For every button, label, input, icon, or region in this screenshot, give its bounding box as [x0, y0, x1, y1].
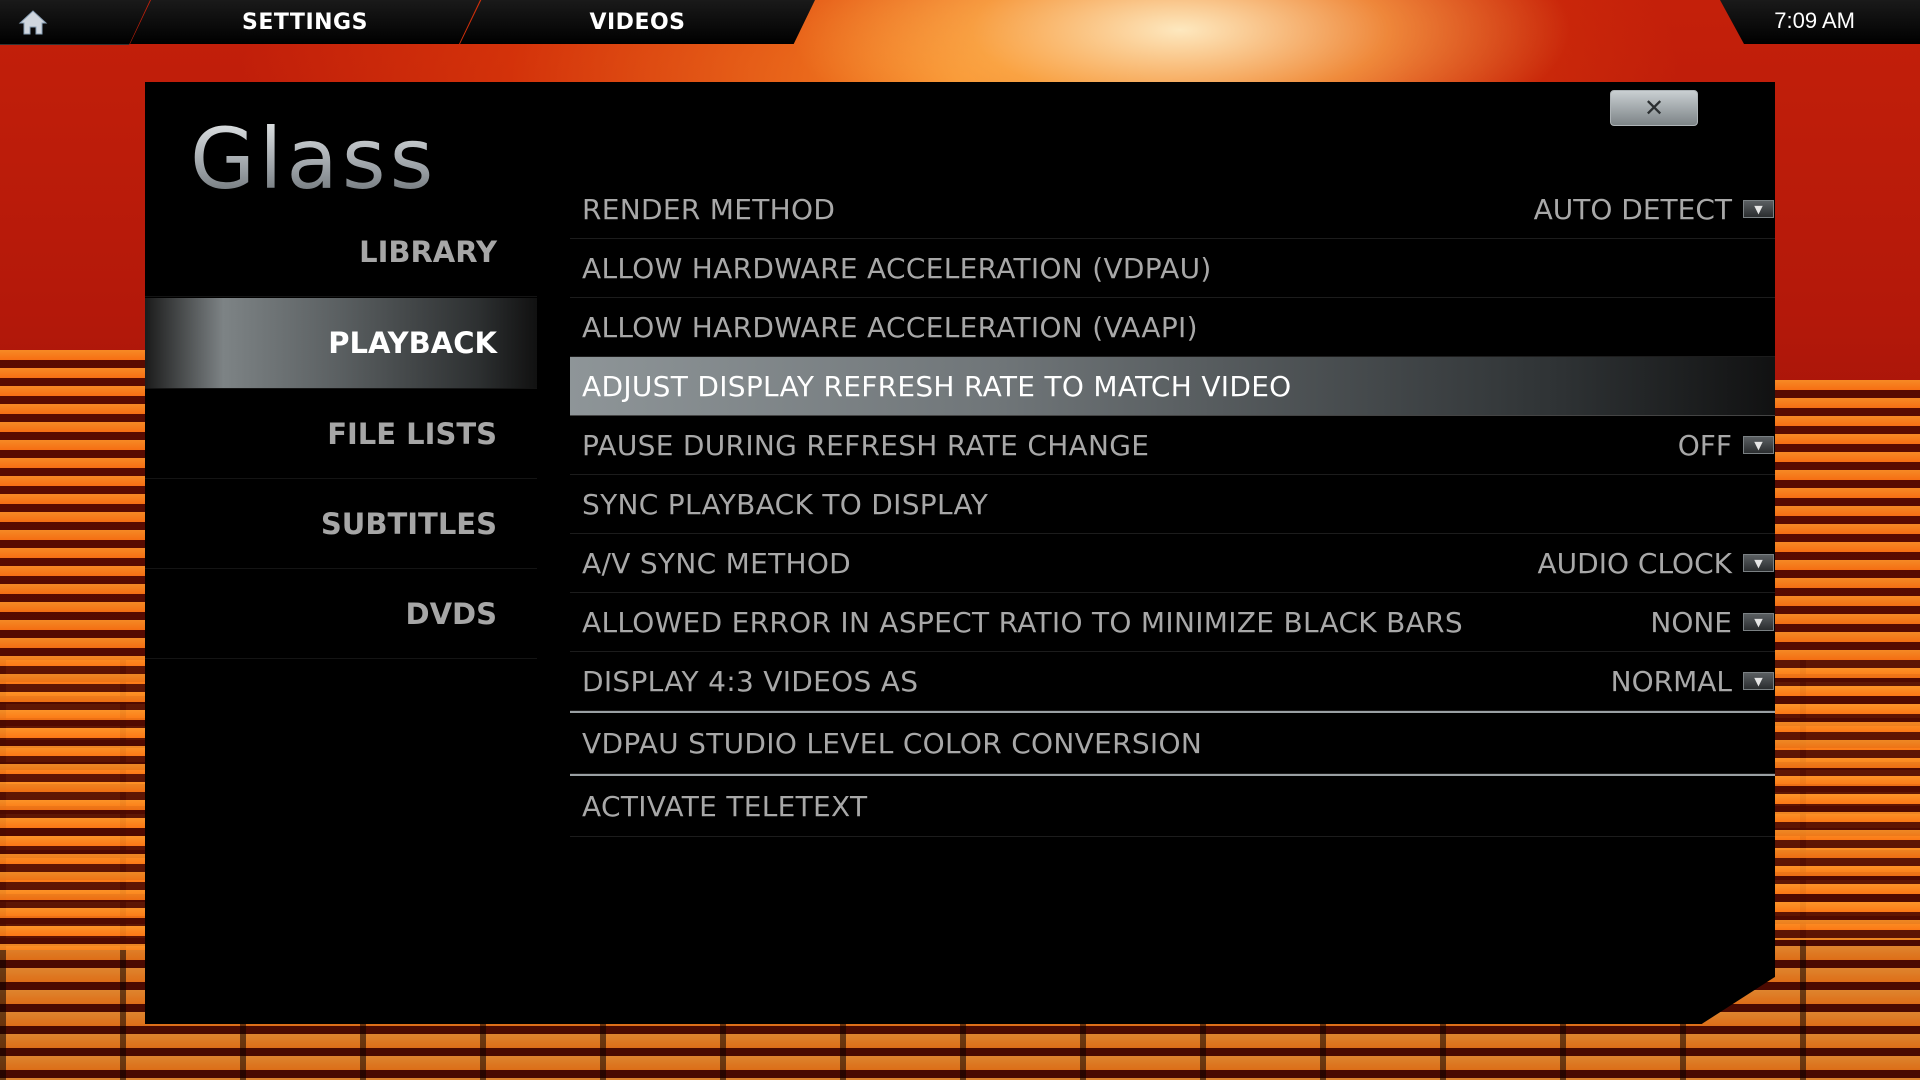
- sidebar-item-subtitles[interactable]: SUBTITLES: [145, 480, 537, 569]
- close-icon: ✕: [1643, 94, 1665, 122]
- setting-label: RENDER METHOD: [582, 192, 836, 226]
- top-bar: SETTINGS VIDEOS 7:09 AM: [0, 0, 1920, 45]
- setting-value: AUTO DETECT: [1533, 192, 1732, 226]
- settings-list: RENDER METHOD AUTO DETECT ▼ ▲ ALLOW HARD…: [570, 180, 1775, 837]
- setting-display-43-as[interactable]: DISPLAY 4:3 VIDEOS AS NORMAL ▼ ▲: [570, 652, 1775, 711]
- setting-pause-refresh-change[interactable]: PAUSE DURING REFRESH RATE CHANGE OFF ▼ ▲: [570, 416, 1775, 475]
- setting-label: DISPLAY 4:3 VIDEOS AS: [582, 664, 919, 698]
- setting-aspect-ratio-error[interactable]: ALLOWED ERROR IN ASPECT RATIO TO MINIMIZ…: [570, 593, 1775, 652]
- breadcrumb-videos-label: VIDEOS: [589, 9, 686, 35]
- breadcrumb-settings-label: SETTINGS: [242, 9, 368, 35]
- spinner-down-icon[interactable]: ▼: [1743, 436, 1774, 454]
- sidebar-item-label: PLAYBACK: [328, 326, 497, 360]
- setting-adjust-refresh-rate[interactable]: ADJUST DISPLAY REFRESH RATE TO MATCH VID…: [570, 357, 1775, 416]
- setting-label: ADJUST DISPLAY REFRESH RATE TO MATCH VID…: [582, 369, 1292, 403]
- setting-sync-playback[interactable]: SYNC PLAYBACK TO DISPLAY: [570, 475, 1775, 534]
- sidebar-item-file-lists[interactable]: FILE LISTS: [145, 390, 537, 479]
- setting-label: SYNC PLAYBACK TO DISPLAY: [582, 487, 989, 521]
- sidebar-item-playback[interactable]: PLAYBACK: [145, 298, 537, 389]
- setting-value: OFF: [1677, 428, 1732, 462]
- spinner-down-icon[interactable]: ▼: [1743, 200, 1774, 218]
- sidebar-item-label: FILE LISTS: [327, 417, 497, 451]
- setting-activate-teletext[interactable]: ACTIVATE TELETEXT: [570, 774, 1775, 837]
- setting-label: A/V SYNC METHOD: [582, 546, 852, 580]
- home-button[interactable]: [0, 0, 150, 45]
- spinner-down-icon[interactable]: ▼: [1743, 672, 1774, 690]
- sidebar: LIBRARY PLAYBACK FILE LISTS SUBTITLES DV…: [145, 208, 537, 660]
- background-left-tower: [0, 350, 150, 950]
- background-right-tower: [1770, 380, 1920, 940]
- setting-label: VDPAU STUDIO LEVEL COLOR CONVERSION: [582, 726, 1203, 760]
- setting-av-sync-method[interactable]: A/V SYNC METHOD AUDIO CLOCK ▼ ▲: [570, 534, 1775, 593]
- sidebar-item-label: SUBTITLES: [320, 507, 497, 541]
- setting-value: NONE: [1650, 605, 1732, 639]
- setting-hw-accel-vaapi[interactable]: ALLOW HARDWARE ACCELERATION (VAAPI): [570, 298, 1775, 357]
- setting-render-method[interactable]: RENDER METHOD AUTO DETECT ▼ ▲: [570, 180, 1775, 239]
- home-icon: [18, 10, 48, 35]
- sidebar-item-label: LIBRARY: [359, 235, 497, 269]
- close-button[interactable]: ✕: [1610, 90, 1698, 126]
- sidebar-item-dvds[interactable]: DVDS: [145, 570, 537, 659]
- setting-vdpau-studio-level[interactable]: VDPAU STUDIO LEVEL COLOR CONVERSION: [570, 711, 1775, 774]
- clock: 7:09 AM: [1774, 8, 1855, 33]
- setting-hw-accel-vdpau[interactable]: ALLOW HARDWARE ACCELERATION (VDPAU): [570, 239, 1775, 298]
- sidebar-item-label: DVDS: [405, 597, 497, 631]
- setting-label: ALLOW HARDWARE ACCELERATION (VAAPI): [582, 310, 1198, 344]
- setting-label: ALLOW HARDWARE ACCELERATION (VDPAU): [582, 251, 1212, 285]
- setting-label: PAUSE DURING REFRESH RATE CHANGE: [582, 428, 1150, 462]
- setting-value: AUDIO CLOCK: [1537, 546, 1732, 580]
- sidebar-item-library[interactable]: LIBRARY: [145, 208, 537, 297]
- setting-label: ACTIVATE TELETEXT: [582, 789, 868, 823]
- setting-label: ALLOWED ERROR IN ASPECT RATIO TO MINIMIZ…: [582, 605, 1463, 639]
- breadcrumb-videos[interactable]: VIDEOS: [460, 0, 815, 44]
- breadcrumb-settings[interactable]: SETTINGS: [130, 0, 480, 44]
- setting-value: NORMAL: [1610, 664, 1732, 698]
- spinner-down-icon[interactable]: ▼: [1743, 554, 1774, 572]
- settings-panel: Glass ✕ LIBRARY PLAYBACK FILE LISTS SUBT…: [145, 82, 1775, 1024]
- spinner-down-icon[interactable]: ▼: [1743, 613, 1774, 631]
- skin-logo: Glass: [190, 110, 438, 208]
